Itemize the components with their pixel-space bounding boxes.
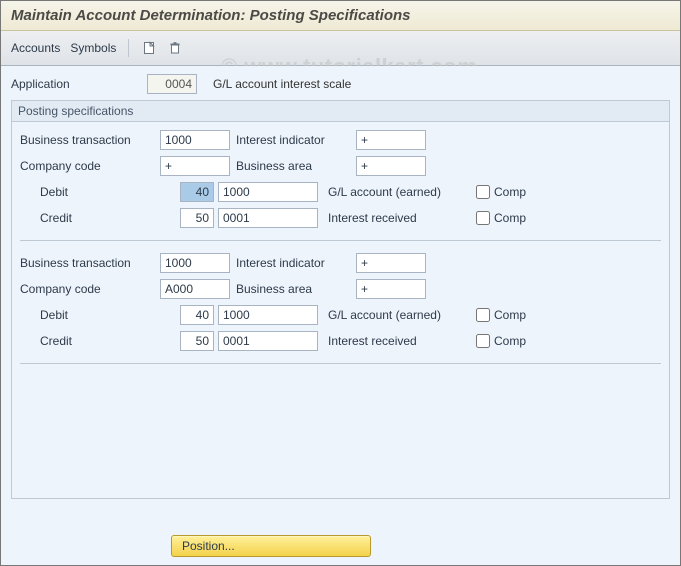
- credit-label: Credit: [20, 334, 180, 348]
- debit-comp-checkbox[interactable]: Comp: [476, 185, 526, 199]
- block-divider: [20, 363, 661, 364]
- body-area: Application G/L account interest scale P…: [1, 66, 680, 531]
- interest-indicator-field[interactable]: [356, 253, 426, 273]
- credit-account-desc: Interest received: [328, 334, 468, 348]
- business-transaction-label: Business transaction: [20, 256, 160, 270]
- credit-account-field[interactable]: [218, 331, 318, 351]
- toolbar: Accounts Symbols © www.tutorialkart.com: [1, 31, 680, 66]
- interest-indicator-field[interactable]: [356, 130, 426, 150]
- application-label: Application: [11, 77, 141, 91]
- comp-label: Comp: [494, 185, 526, 199]
- debit-posting-key[interactable]: [180, 305, 214, 325]
- company-code-field[interactable]: [160, 156, 230, 176]
- block-divider: [20, 240, 661, 241]
- symbols-menu[interactable]: Symbols: [70, 41, 116, 55]
- accounts-menu[interactable]: Accounts: [11, 41, 60, 55]
- interest-indicator-label: Interest indicator: [236, 256, 356, 270]
- debit-account-desc: G/L account (earned): [328, 308, 468, 322]
- new-icon[interactable]: [141, 40, 157, 56]
- page-title: Maintain Account Determination: Posting …: [11, 7, 670, 24]
- company-code-label: Company code: [20, 282, 160, 296]
- group-body: Business transaction Interest indicator …: [12, 122, 669, 498]
- credit-account-field[interactable]: [218, 208, 318, 228]
- credit-comp-input[interactable]: [476, 334, 490, 348]
- group-title: Posting specifications: [12, 101, 669, 122]
- empty-area: [20, 374, 661, 494]
- credit-account-desc: Interest received: [328, 211, 468, 225]
- posting-spec-group: Posting specifications Business transact…: [11, 100, 670, 499]
- business-area-field[interactable]: [356, 279, 426, 299]
- debit-account-field[interactable]: [218, 182, 318, 202]
- debit-account-desc: G/L account (earned): [328, 185, 468, 199]
- delete-icon[interactable]: [167, 40, 183, 56]
- comp-label: Comp: [494, 334, 526, 348]
- bottom-bar: Position...: [1, 531, 680, 565]
- credit-comp-checkbox[interactable]: Comp: [476, 334, 526, 348]
- debit-comp-input[interactable]: [476, 308, 490, 322]
- debit-label: Debit: [20, 308, 180, 322]
- comp-label: Comp: [494, 211, 526, 225]
- credit-comp-input[interactable]: [476, 211, 490, 225]
- comp-label: Comp: [494, 308, 526, 322]
- position-button[interactable]: Position...: [171, 535, 371, 557]
- debit-comp-input[interactable]: [476, 185, 490, 199]
- posting-block: Business transaction Interest indicator …: [20, 128, 661, 230]
- debit-comp-checkbox[interactable]: Comp: [476, 308, 526, 322]
- title-bar: Maintain Account Determination: Posting …: [1, 1, 680, 31]
- credit-posting-key[interactable]: [180, 208, 214, 228]
- business-area-label: Business area: [236, 282, 356, 296]
- business-transaction-field[interactable]: [160, 253, 230, 273]
- application-row: Application G/L account interest scale: [11, 74, 670, 94]
- application-desc: G/L account interest scale: [213, 77, 351, 91]
- application-field[interactable]: [147, 74, 197, 94]
- debit-account-field[interactable]: [218, 305, 318, 325]
- business-transaction-label: Business transaction: [20, 133, 160, 147]
- credit-comp-checkbox[interactable]: Comp: [476, 211, 526, 225]
- business-transaction-field[interactable]: [160, 130, 230, 150]
- interest-indicator-label: Interest indicator: [236, 133, 356, 147]
- app-frame: Maintain Account Determination: Posting …: [0, 0, 681, 566]
- company-code-field[interactable]: [160, 279, 230, 299]
- company-code-label: Company code: [20, 159, 160, 173]
- posting-block: Business transaction Interest indicator …: [20, 251, 661, 353]
- debit-posting-key[interactable]: [180, 182, 214, 202]
- toolbar-divider: [128, 39, 129, 57]
- credit-posting-key[interactable]: [180, 331, 214, 351]
- credit-label: Credit: [20, 211, 180, 225]
- business-area-label: Business area: [236, 159, 356, 173]
- debit-label: Debit: [20, 185, 180, 199]
- business-area-field[interactable]: [356, 156, 426, 176]
